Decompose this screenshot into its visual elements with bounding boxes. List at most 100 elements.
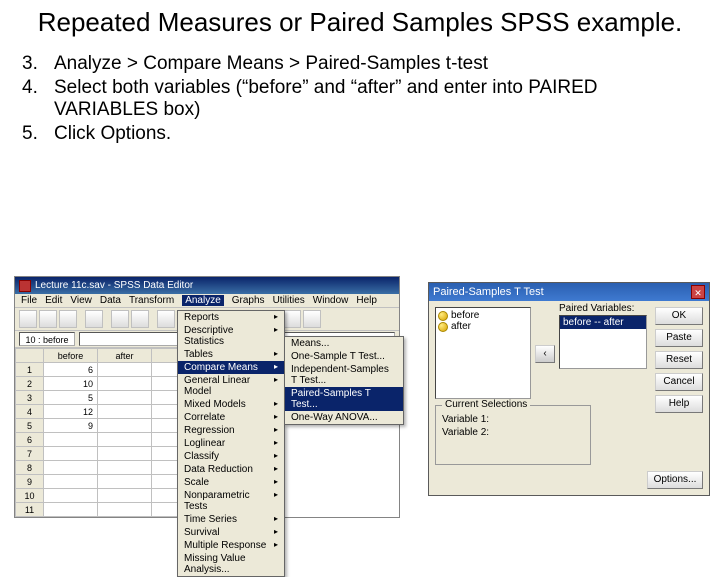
submenu-anova[interactable]: One-Way ANOVA... — [285, 411, 403, 424]
step-text: Click Options. — [54, 123, 698, 145]
toolbar-button[interactable] — [131, 310, 149, 328]
cell[interactable] — [98, 461, 152, 475]
row-header[interactable]: 5 — [16, 419, 44, 433]
menu-item-survival[interactable]: Survival — [178, 526, 284, 539]
column-header[interactable]: after — [98, 349, 152, 363]
menu-item-descriptives[interactable]: Descriptive Statistics — [178, 324, 284, 348]
menu-graphs[interactable]: Graphs — [232, 295, 265, 306]
step-num: 4. — [22, 77, 54, 121]
cell[interactable] — [98, 447, 152, 461]
menu-data[interactable]: Data — [100, 295, 121, 306]
column-header[interactable]: before — [44, 349, 98, 363]
paste-button[interactable]: Paste — [655, 329, 703, 347]
menu-item-loglinear[interactable]: Loglinear — [178, 437, 284, 450]
variable-item[interactable]: after — [438, 321, 528, 332]
cell[interactable] — [98, 489, 152, 503]
cancel-button[interactable]: Cancel — [655, 373, 703, 391]
cell[interactable] — [44, 433, 98, 447]
menu-edit[interactable]: Edit — [45, 295, 62, 306]
reset-button[interactable]: Reset — [655, 351, 703, 369]
menu-item-missing-value[interactable]: Missing Value Analysis... — [178, 552, 284, 576]
toolbar-button[interactable] — [283, 310, 301, 328]
menu-file[interactable]: File — [21, 295, 37, 306]
menu-help[interactable]: Help — [356, 295, 377, 306]
row-header[interactable]: 9 — [16, 475, 44, 489]
menu-item-mixed[interactable]: Mixed Models — [178, 398, 284, 411]
cell[interactable]: 6 — [44, 363, 98, 377]
menubar[interactable]: File Edit View Data Transform Analyze Gr… — [15, 294, 399, 308]
toolbar-button[interactable] — [39, 310, 57, 328]
cell[interactable]: 10 — [44, 377, 98, 391]
menu-item-time-series[interactable]: Time Series — [178, 513, 284, 526]
toolbar-button[interactable] — [157, 310, 175, 328]
cell[interactable] — [98, 377, 152, 391]
cell[interactable]: 12 — [44, 405, 98, 419]
step-num: 3. — [22, 53, 54, 75]
options-button[interactable]: Options... — [647, 471, 703, 489]
help-button[interactable]: Help — [655, 395, 703, 413]
menu-utilities[interactable]: Utilities — [273, 295, 305, 306]
row-header[interactable]: 11 — [16, 503, 44, 517]
paired-variables-list[interactable]: before -- after — [559, 315, 647, 369]
cell[interactable] — [44, 489, 98, 503]
menu-item-scale[interactable]: Scale — [178, 476, 284, 489]
row-header[interactable]: 6 — [16, 433, 44, 447]
menu-item-glm[interactable]: General Linear Model — [178, 374, 284, 398]
ok-button[interactable]: OK — [655, 307, 703, 325]
cell[interactable] — [44, 447, 98, 461]
row-header[interactable]: 1 — [16, 363, 44, 377]
corner-cell — [16, 349, 44, 363]
menu-view[interactable]: View — [70, 295, 92, 306]
paired-samples-dialog: Paired-Samples T Test ✕ before after Pai… — [428, 282, 710, 496]
menu-item-nonparametric[interactable]: Nonparametric Tests — [178, 489, 284, 513]
cell[interactable] — [98, 419, 152, 433]
source-variable-list[interactable]: before after — [435, 307, 531, 399]
cell[interactable] — [44, 475, 98, 489]
toolbar-button[interactable] — [303, 310, 321, 328]
cell[interactable] — [44, 503, 98, 517]
cell[interactable] — [98, 475, 152, 489]
menu-item-classify[interactable]: Classify — [178, 450, 284, 463]
menu-item-data-reduction[interactable]: Data Reduction — [178, 463, 284, 476]
toolbar-button[interactable] — [59, 310, 77, 328]
menu-window[interactable]: Window — [313, 295, 349, 306]
menu-transform[interactable]: Transform — [129, 295, 174, 306]
variable-item[interactable]: before — [438, 310, 528, 321]
close-icon[interactable]: ✕ — [691, 285, 705, 299]
cell[interactable] — [98, 363, 152, 377]
toolbar-button[interactable] — [111, 310, 129, 328]
current-selections-group: Current Selections Variable 1: Variable … — [435, 405, 591, 465]
dialog-titlebar: Paired-Samples T Test ✕ — [429, 283, 709, 301]
menu-item-compare-means[interactable]: Compare Means — [178, 361, 284, 374]
submenu-paired-t[interactable]: Paired-Samples T Test... — [285, 387, 403, 411]
submenu-independent-t[interactable]: Independent-Samples T Test... — [285, 363, 403, 387]
menu-item-regression[interactable]: Regression — [178, 424, 284, 437]
cell[interactable] — [98, 405, 152, 419]
cell[interactable] — [44, 461, 98, 475]
row-header[interactable]: 3 — [16, 391, 44, 405]
cell[interactable] — [98, 433, 152, 447]
menu-analyze[interactable]: Analyze — [182, 295, 224, 306]
cell[interactable] — [98, 503, 152, 517]
cell[interactable] — [98, 391, 152, 405]
compare-means-submenu[interactable]: Means... One-Sample T Test... Independen… — [284, 336, 404, 425]
submenu-means[interactable]: Means... — [285, 337, 403, 350]
row-header[interactable]: 8 — [16, 461, 44, 475]
row-header[interactable]: 10 — [16, 489, 44, 503]
row-header[interactable]: 4 — [16, 405, 44, 419]
menu-item-reports[interactable]: Reports — [178, 311, 284, 324]
move-left-button[interactable]: ‹ — [535, 345, 555, 363]
cell[interactable]: 5 — [44, 391, 98, 405]
menu-item-tables[interactable]: Tables — [178, 348, 284, 361]
menu-item-multiple-response[interactable]: Multiple Response — [178, 539, 284, 552]
toolbar-button[interactable] — [19, 310, 37, 328]
paired-row[interactable]: before -- after — [560, 316, 646, 329]
row-header[interactable]: 2 — [16, 377, 44, 391]
cell[interactable]: 9 — [44, 419, 98, 433]
dialog-title: Paired-Samples T Test — [433, 286, 544, 298]
analyze-menu[interactable]: Reports Descriptive Statistics Tables Co… — [177, 310, 285, 577]
row-header[interactable]: 7 — [16, 447, 44, 461]
toolbar-button[interactable] — [85, 310, 103, 328]
submenu-one-sample-t[interactable]: One-Sample T Test... — [285, 350, 403, 363]
menu-item-correlate[interactable]: Correlate — [178, 411, 284, 424]
